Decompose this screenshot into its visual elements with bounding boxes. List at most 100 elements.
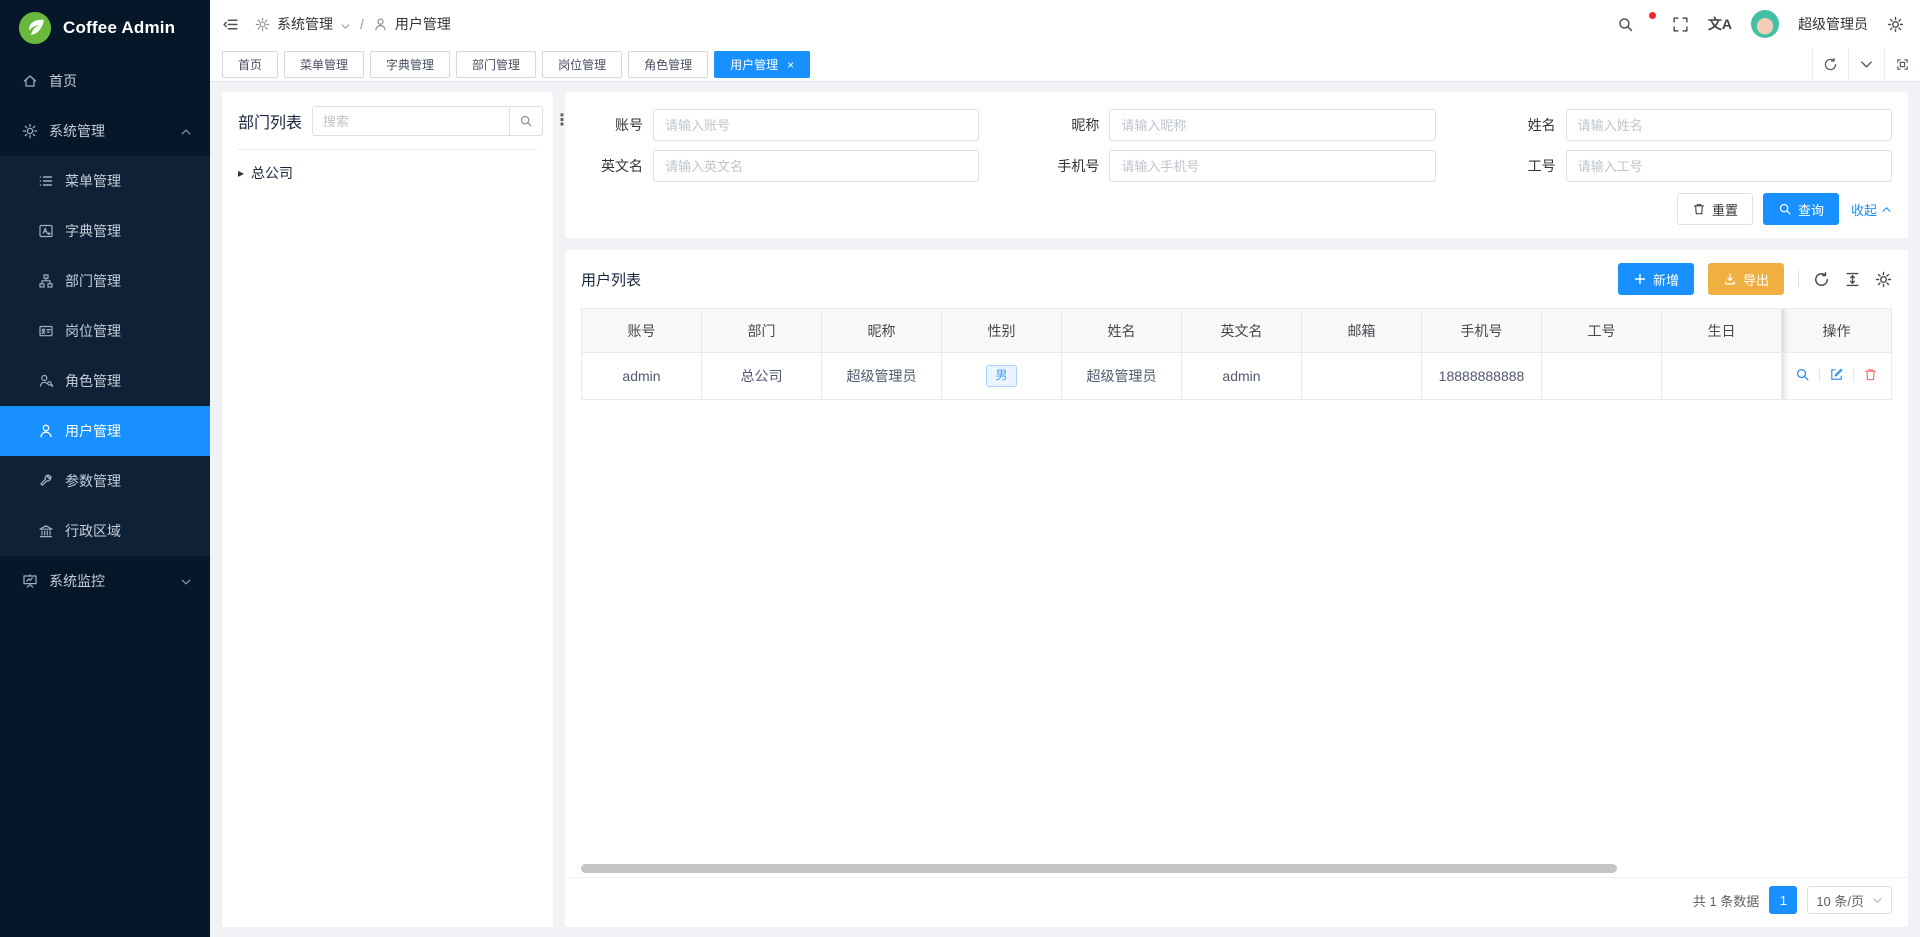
tab-role-mgmt[interactable]: 角色管理	[628, 51, 708, 78]
name-input[interactable]	[1566, 109, 1892, 141]
tab-user-mgmt[interactable]: 用户管理 ×	[714, 51, 810, 78]
cell-work-no	[1542, 353, 1662, 400]
sidebar-group-label: 系统监控	[49, 571, 105, 591]
sidebar-item-role-mgmt[interactable]: 角色管理	[0, 356, 210, 406]
tab-dict-mgmt[interactable]: 字典管理	[370, 51, 450, 78]
brand-leaf-icon	[18, 11, 52, 45]
col-actions: 操作	[1782, 309, 1892, 353]
fullscreen-icon[interactable]	[1672, 16, 1689, 33]
tab-home[interactable]: 首页	[222, 51, 278, 78]
sidebar-item-param-mgmt[interactable]: 参数管理	[0, 456, 210, 506]
notification-dot	[1649, 12, 1656, 19]
pagination-total: 共 1 条数据	[1693, 891, 1759, 910]
table-title: 用户列表	[581, 269, 641, 290]
en-name-input[interactable]	[653, 150, 979, 182]
sidebar-item-dict-mgmt[interactable]: 字典管理	[0, 206, 210, 256]
table-empty-area	[565, 400, 1908, 864]
download-icon	[1723, 272, 1737, 286]
cell-birthday	[1662, 353, 1782, 400]
search-icon[interactable]	[1617, 16, 1634, 33]
tab-menu-mgmt[interactable]: 菜单管理	[284, 51, 364, 78]
app-root: Coffee Admin 首页 系统管理 菜单管理 字典管理 部门管理	[0, 0, 1920, 937]
work-no-input[interactable]	[1566, 150, 1892, 182]
action-divider	[1819, 368, 1820, 382]
sidebar-group-system[interactable]: 系统管理	[0, 106, 210, 156]
breadcrumb: 系统管理 / 用户管理	[255, 14, 451, 34]
search-icon	[1778, 202, 1792, 216]
col-birthday: 生日	[1662, 309, 1782, 353]
gear-icon	[22, 123, 38, 139]
tab-menu-dropdown[interactable]	[1848, 48, 1884, 82]
tree-caret-icon[interactable]: ▸	[238, 166, 244, 180]
dictionary-icon	[38, 223, 54, 239]
field-label: 昵称	[1037, 115, 1099, 135]
export-button[interactable]: 导出	[1708, 263, 1784, 295]
sidebar-item-label: 菜单管理	[65, 171, 121, 191]
tree-node-label: 总公司	[251, 163, 293, 183]
main-column: 系统管理 / 用户管理 文A 超级管理员 首页	[210, 0, 1920, 937]
refresh-icon[interactable]	[1813, 271, 1830, 288]
scrollbar-thumb[interactable]	[581, 864, 1617, 873]
cell-name: 超级管理员	[1062, 353, 1182, 400]
delete-row-icon[interactable]	[1863, 367, 1878, 382]
breadcrumb-section[interactable]: 系统管理	[277, 14, 333, 34]
field-account: 账号	[581, 109, 979, 141]
field-nickname: 昵称	[1037, 109, 1435, 141]
sidebar-item-menu-mgmt[interactable]: 菜单管理	[0, 156, 210, 206]
translate-icon[interactable]: 文A	[1708, 14, 1732, 34]
view-row-icon[interactable]	[1795, 367, 1810, 382]
tree-node-root[interactable]: ▸ 总公司	[238, 163, 537, 183]
query-button[interactable]: 查询	[1763, 193, 1839, 225]
tab-post-mgmt[interactable]: 岗位管理	[542, 51, 622, 78]
tab-dept-mgmt[interactable]: 部门管理	[456, 51, 536, 78]
nickname-input[interactable]	[1109, 109, 1435, 141]
sidebar-item-user-mgmt[interactable]: 用户管理	[0, 406, 210, 456]
close-icon[interactable]: ×	[787, 59, 794, 71]
sidebar-collapse-icon[interactable]	[222, 16, 239, 33]
field-label: 姓名	[1494, 115, 1556, 135]
add-button[interactable]: 新增	[1618, 263, 1694, 295]
page-button-1[interactable]: 1	[1769, 886, 1797, 914]
account-input[interactable]	[653, 109, 979, 141]
sidebar-item-home[interactable]: 首页	[0, 56, 210, 106]
row-height-icon[interactable]	[1844, 271, 1861, 288]
page-size-select[interactable]: 10 条/页	[1807, 886, 1892, 914]
sidebar: Coffee Admin 首页 系统管理 菜单管理 字典管理 部门管理	[0, 0, 210, 937]
reset-button[interactable]: 重置	[1677, 193, 1753, 225]
monitor-icon	[22, 573, 38, 589]
sidebar-item-post-mgmt[interactable]: 岗位管理	[0, 306, 210, 356]
field-name: 姓名	[1494, 109, 1892, 141]
horizontal-scrollbar	[581, 864, 1892, 873]
sidebar-item-region-mgmt[interactable]: 行政区域	[0, 506, 210, 556]
sidebar-submenu-system: 菜单管理 字典管理 部门管理 岗位管理 角色管理 用户管理	[0, 156, 210, 556]
chevron-down-icon[interactable]	[340, 19, 351, 30]
field-phone: 手机号	[1037, 150, 1435, 182]
user-table-card: 用户列表 新增 导出	[565, 250, 1908, 927]
avatar[interactable]	[1751, 10, 1779, 38]
field-label: 账号	[581, 115, 643, 135]
user-name[interactable]: 超级管理员	[1798, 14, 1868, 34]
right-column: 账号 昵称 姓名 英文名	[565, 92, 1908, 927]
sidebar-item-label: 角色管理	[65, 371, 121, 391]
sidebar-group-monitor[interactable]: 系统监控	[0, 556, 210, 606]
user-table: 账号 部门 昵称 性别 姓名 英文名 邮箱 手机号 工号 生日	[581, 308, 1892, 400]
sidebar-item-dept-mgmt[interactable]: 部门管理	[0, 256, 210, 306]
refresh-tab-button[interactable]	[1812, 48, 1848, 82]
column-settings-gear-icon[interactable]	[1875, 271, 1892, 288]
dept-search-button[interactable]	[509, 106, 543, 136]
dept-panel-title: 部门列表	[238, 109, 302, 133]
collapse-form-link[interactable]: 收起	[1851, 200, 1892, 219]
chevron-up-icon	[180, 125, 192, 137]
dept-panel-header: 部门列表 ⋮	[238, 106, 537, 150]
phone-input[interactable]	[1109, 150, 1435, 182]
list-icon	[38, 173, 54, 189]
dept-search-input[interactable]	[312, 106, 509, 136]
edit-row-icon[interactable]	[1829, 367, 1844, 382]
settings-gear-icon[interactable]	[1887, 16, 1904, 33]
col-name: 姓名	[1062, 309, 1182, 353]
chevron-down-icon	[1859, 57, 1874, 72]
content-fullscreen-button[interactable]	[1884, 48, 1920, 82]
cell-phone: 18888888888	[1422, 353, 1542, 400]
cell-account: admin	[582, 353, 702, 400]
cell-nickname: 超级管理员	[822, 353, 942, 400]
